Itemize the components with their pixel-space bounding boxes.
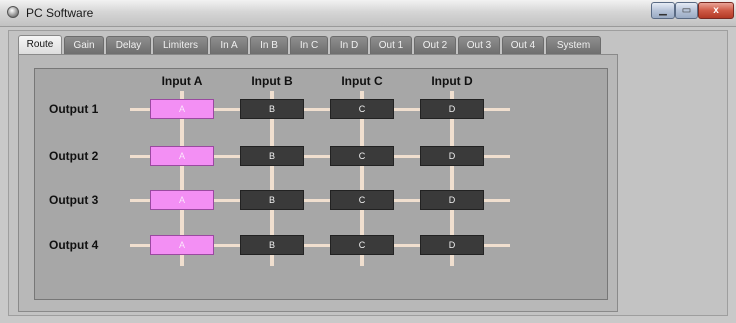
route-button[interactable]: A — [150, 146, 214, 166]
output-row-label: Output 1 — [49, 102, 99, 116]
route-button[interactable]: B — [240, 146, 304, 166]
tab-out-2[interactable]: Out 2 — [414, 36, 456, 54]
tab-in-d[interactable]: In D — [330, 36, 368, 54]
route-button[interactable]: D — [420, 99, 484, 119]
window-title: PC Software — [26, 6, 94, 20]
tab-delay[interactable]: Delay — [106, 36, 151, 54]
route-button[interactable]: A — [150, 99, 214, 119]
tab-out-1[interactable]: Out 1 — [370, 36, 412, 54]
route-button[interactable]: C — [330, 146, 394, 166]
tab-gain[interactable]: Gain — [64, 36, 104, 54]
route-button[interactable]: D — [420, 190, 484, 210]
maximize-button[interactable]: ▭ — [675, 2, 698, 19]
route-button[interactable]: A — [150, 235, 214, 255]
title-bar: PC Software ▁ ▭ x — [0, 0, 736, 27]
route-button[interactable]: B — [240, 99, 304, 119]
maximize-icon: ▭ — [681, 5, 692, 16]
close-button[interactable]: x — [698, 2, 734, 19]
route-button[interactable]: D — [420, 146, 484, 166]
route-button[interactable]: C — [330, 190, 394, 210]
tab-out-3[interactable]: Out 3 — [458, 36, 500, 54]
routing-matrix: Input A Input B Input C Input D Output 1 A B C D… — [34, 68, 608, 300]
app-icon — [7, 6, 19, 18]
route-button[interactable]: B — [240, 190, 304, 210]
close-icon: x — [713, 5, 719, 16]
output-row-label: Output 4 — [49, 238, 99, 252]
route-button[interactable]: A — [150, 190, 214, 210]
route-button[interactable]: D — [420, 235, 484, 255]
route-button[interactable]: B — [240, 235, 304, 255]
client-area: Route Gain Delay Limiters In A In B In C… — [8, 30, 728, 316]
route-tab-page: Input A Input B Input C Input D Output 1 A B C D… — [18, 54, 618, 312]
tab-route[interactable]: Route — [18, 35, 62, 55]
tab-in-a[interactable]: In A — [210, 36, 248, 54]
minimize-button[interactable]: ▁ — [651, 2, 675, 19]
input-column-header: Input D — [431, 74, 473, 88]
tab-in-b[interactable]: In B — [250, 36, 288, 54]
input-column-header: Input C — [341, 74, 383, 88]
output-row-label: Output 2 — [49, 149, 99, 163]
tab-system[interactable]: System — [546, 36, 601, 54]
input-column-header: Input A — [161, 74, 203, 88]
route-button[interactable]: C — [330, 235, 394, 255]
route-button[interactable]: C — [330, 99, 394, 119]
output-row-label: Output 3 — [49, 193, 99, 207]
minimize-icon: ▁ — [659, 5, 667, 16]
input-column-header: Input B — [251, 74, 293, 88]
tab-out-4[interactable]: Out 4 — [502, 36, 544, 54]
tab-in-c[interactable]: In C — [290, 36, 328, 54]
tab-limiters[interactable]: Limiters — [153, 36, 208, 54]
